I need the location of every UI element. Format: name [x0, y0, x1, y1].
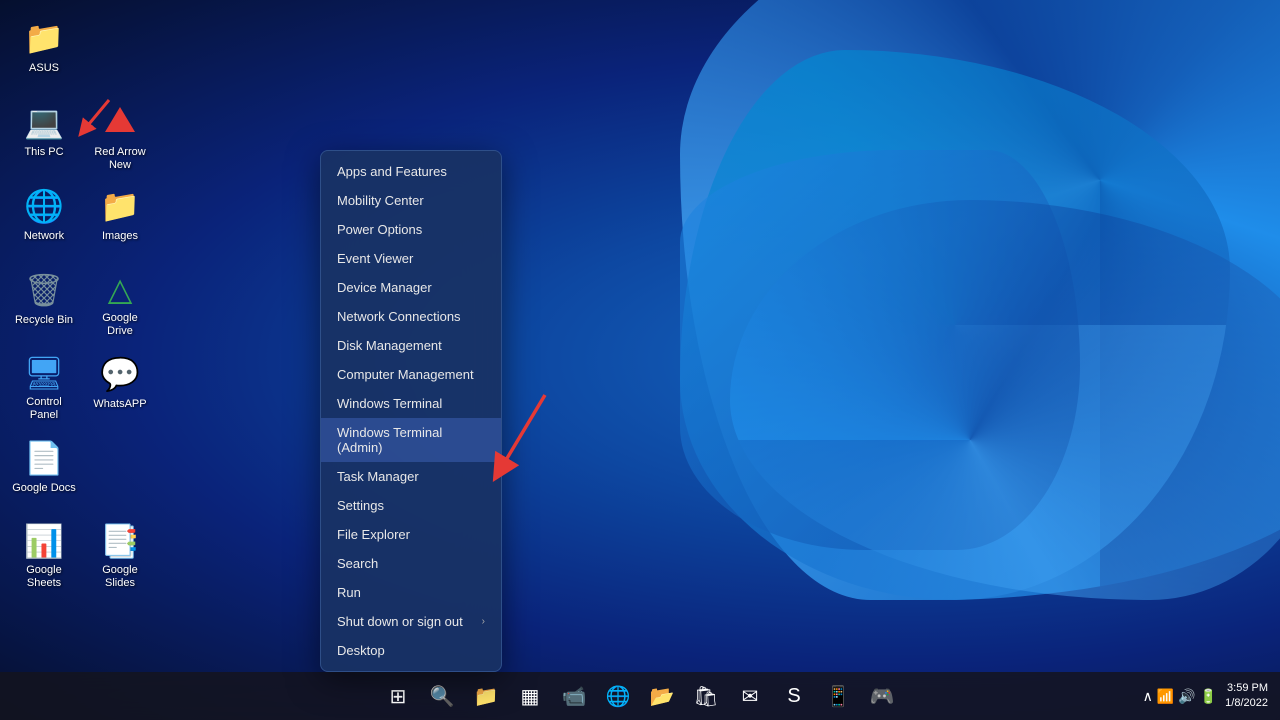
desktop-icon-thispc[interactable]: 💻 This PC [8, 96, 80, 172]
desktop-icon-asus[interactable]: 📁 ASUS [8, 12, 80, 88]
icon-label: Red Arrow New [88, 146, 152, 172]
wifi-icon[interactable]: 📶 [1157, 688, 1174, 705]
context-menu-item-task-manager[interactable]: Task Manager [321, 462, 501, 491]
menu-item-label: Event Viewer [337, 251, 413, 266]
icon-image: 💬 [100, 354, 140, 394]
context-menu-item-shut-down[interactable]: Shut down or sign out › [321, 607, 501, 636]
menu-item-label: Windows Terminal [337, 396, 442, 411]
desktop-icons-grid: 📁 ASUS 💻 This PC Red Arrow New 🌐 Network… [0, 0, 164, 608]
icon-image: 📁 [24, 18, 64, 58]
context-menu: Apps and Features Mobility Center Power … [320, 150, 502, 672]
context-menu-item-device-manager[interactable]: Device Manager [321, 273, 501, 302]
icon-image: 💻 [24, 102, 64, 142]
menu-item-label: Computer Management [337, 367, 474, 382]
icon-image [100, 102, 140, 142]
desktop-icon-googlesheets[interactable]: 📊 Google Sheets [8, 516, 80, 592]
battery-icon[interactable]: 🔋 [1200, 688, 1217, 705]
chevron-up-icon[interactable]: ∧ [1143, 688, 1153, 705]
icon-label: Google Sheets [12, 564, 76, 590]
taskbar-icon-store[interactable]: 🛍 [686, 676, 726, 716]
context-menu-item-disk-management[interactable]: Disk Management [321, 331, 501, 360]
taskbar-center: ⊞🔍📁▦📹🌐📂🛍✉S📱🎮 [378, 676, 902, 716]
icon-image: 📄 [24, 438, 64, 478]
taskbar-icon-file-explorer[interactable]: 📁 [466, 676, 506, 716]
menu-item-label: Run [337, 585, 361, 600]
context-menu-item-windows-terminal[interactable]: Windows Terminal [321, 389, 501, 418]
taskbar-right: ∧ 📶 🔊 🔋 3:59 PM 1/8/2022 [1143, 681, 1268, 712]
context-menu-item-run[interactable]: Run [321, 578, 501, 607]
context-menu-item-windows-terminal-admin[interactable]: Windows Terminal (Admin) [321, 418, 501, 462]
context-menu-item-power-options[interactable]: Power Options [321, 215, 501, 244]
menu-item-label: Windows Terminal (Admin) [337, 425, 485, 455]
icon-label: Google Slides [88, 564, 152, 590]
menu-item-label: Disk Management [337, 338, 442, 353]
icon-label: Network [24, 230, 64, 243]
taskbar-icon-skype[interactable]: S [774, 676, 814, 716]
icon-image: △ [100, 270, 140, 308]
menu-item-label: Apps and Features [337, 164, 447, 179]
menu-item-label: Desktop [337, 643, 385, 658]
taskbar-icon-game[interactable]: 🎮 [862, 676, 902, 716]
context-menu-item-apps-features[interactable]: Apps and Features [321, 157, 501, 186]
desktop-icon-recycle[interactable]: 🗑 Recycle Bin [8, 264, 80, 340]
menu-item-label: Network Connections [337, 309, 461, 324]
desktop-icon-whatsapp[interactable]: 💬 WhatsAPP [84, 348, 156, 424]
desktop-icon-controlpanel[interactable]: 🖥 Control Panel [8, 348, 80, 424]
icon-label: WhatsAPP [93, 398, 146, 411]
context-menu-item-search[interactable]: Search [321, 549, 501, 578]
menu-item-label: File Explorer [337, 527, 410, 542]
taskbar-icon-edge[interactable]: 🌐 [598, 676, 638, 716]
desktop-icon-images[interactable]: 📁 Images [84, 180, 156, 256]
taskbar-icon-search[interactable]: 🔍 [422, 676, 462, 716]
clock-date: 1/8/2022 [1225, 696, 1268, 711]
context-menu-item-file-explorer[interactable]: File Explorer [321, 520, 501, 549]
icon-label: ASUS [29, 62, 59, 75]
context-menu-item-computer-management[interactable]: Computer Management [321, 360, 501, 389]
icon-label: Control Panel [12, 396, 76, 422]
system-tray-icons: ∧ 📶 🔊 🔋 [1143, 688, 1218, 705]
taskbar-icon-start[interactable]: ⊞ [378, 676, 418, 716]
icon-label: Recycle Bin [15, 314, 73, 327]
icon-image: 📑 [100, 522, 140, 560]
menu-item-label: Settings [337, 498, 384, 513]
desktop-icon-googledocs[interactable]: 📄 Google Docs [8, 432, 80, 508]
desktop-icon-googleslides[interactable]: 📑 Google Slides [84, 516, 156, 592]
icon-image: 🖥 [24, 354, 64, 392]
taskbar-icon-snap[interactable]: ▦ [510, 676, 550, 716]
menu-item-label: Mobility Center [337, 193, 424, 208]
desktop-icon-redarrownew[interactable]: Red Arrow New [84, 96, 156, 172]
context-menu-item-desktop[interactable]: Desktop [321, 636, 501, 665]
taskbar-icon-explorer2[interactable]: 📂 [642, 676, 682, 716]
clock-time: 3:59 PM [1225, 681, 1268, 696]
taskbar-icon-whatsapp-taskbar[interactable]: 📱 [818, 676, 858, 716]
context-menu-item-network-connections[interactable]: Network Connections [321, 302, 501, 331]
context-menu-item-mobility-center[interactable]: Mobility Center [321, 186, 501, 215]
menu-item-label: Task Manager [337, 469, 419, 484]
menu-item-label: Search [337, 556, 378, 571]
desktop: 📁 ASUS 💻 This PC Red Arrow New 🌐 Network… [0, 0, 1280, 672]
taskbar-clock[interactable]: 3:59 PM 1/8/2022 [1225, 681, 1268, 712]
taskbar-icon-teams[interactable]: 📹 [554, 676, 594, 716]
menu-item-label: Power Options [337, 222, 422, 237]
icon-image: 📁 [100, 186, 140, 226]
context-menu-item-settings[interactable]: Settings [321, 491, 501, 520]
menu-item-label: Shut down or sign out [337, 614, 463, 629]
taskbar: ⊞🔍📁▦📹🌐📂🛍✉S📱🎮 ∧ 📶 🔊 🔋 3:59 PM 1/8/2022 [0, 672, 1280, 720]
icon-image: 🌐 [24, 186, 64, 226]
menu-item-label: Device Manager [337, 280, 432, 295]
desktop-icon-googledrive[interactable]: △ Google Drive [84, 264, 156, 340]
icon-label: This PC [24, 146, 63, 159]
context-menu-item-event-viewer[interactable]: Event Viewer [321, 244, 501, 273]
icon-label: Google Docs [12, 482, 76, 495]
submenu-arrow-icon: › [482, 616, 485, 627]
icon-label: Google Drive [88, 312, 152, 338]
volume-icon[interactable]: 🔊 [1178, 688, 1195, 705]
icon-label: Images [102, 230, 138, 243]
taskbar-icon-mail[interactable]: ✉ [730, 676, 770, 716]
icon-image: 📊 [24, 522, 64, 560]
icon-image: 🗑 [24, 270, 64, 310]
desktop-icon-network[interactable]: 🌐 Network [8, 180, 80, 256]
